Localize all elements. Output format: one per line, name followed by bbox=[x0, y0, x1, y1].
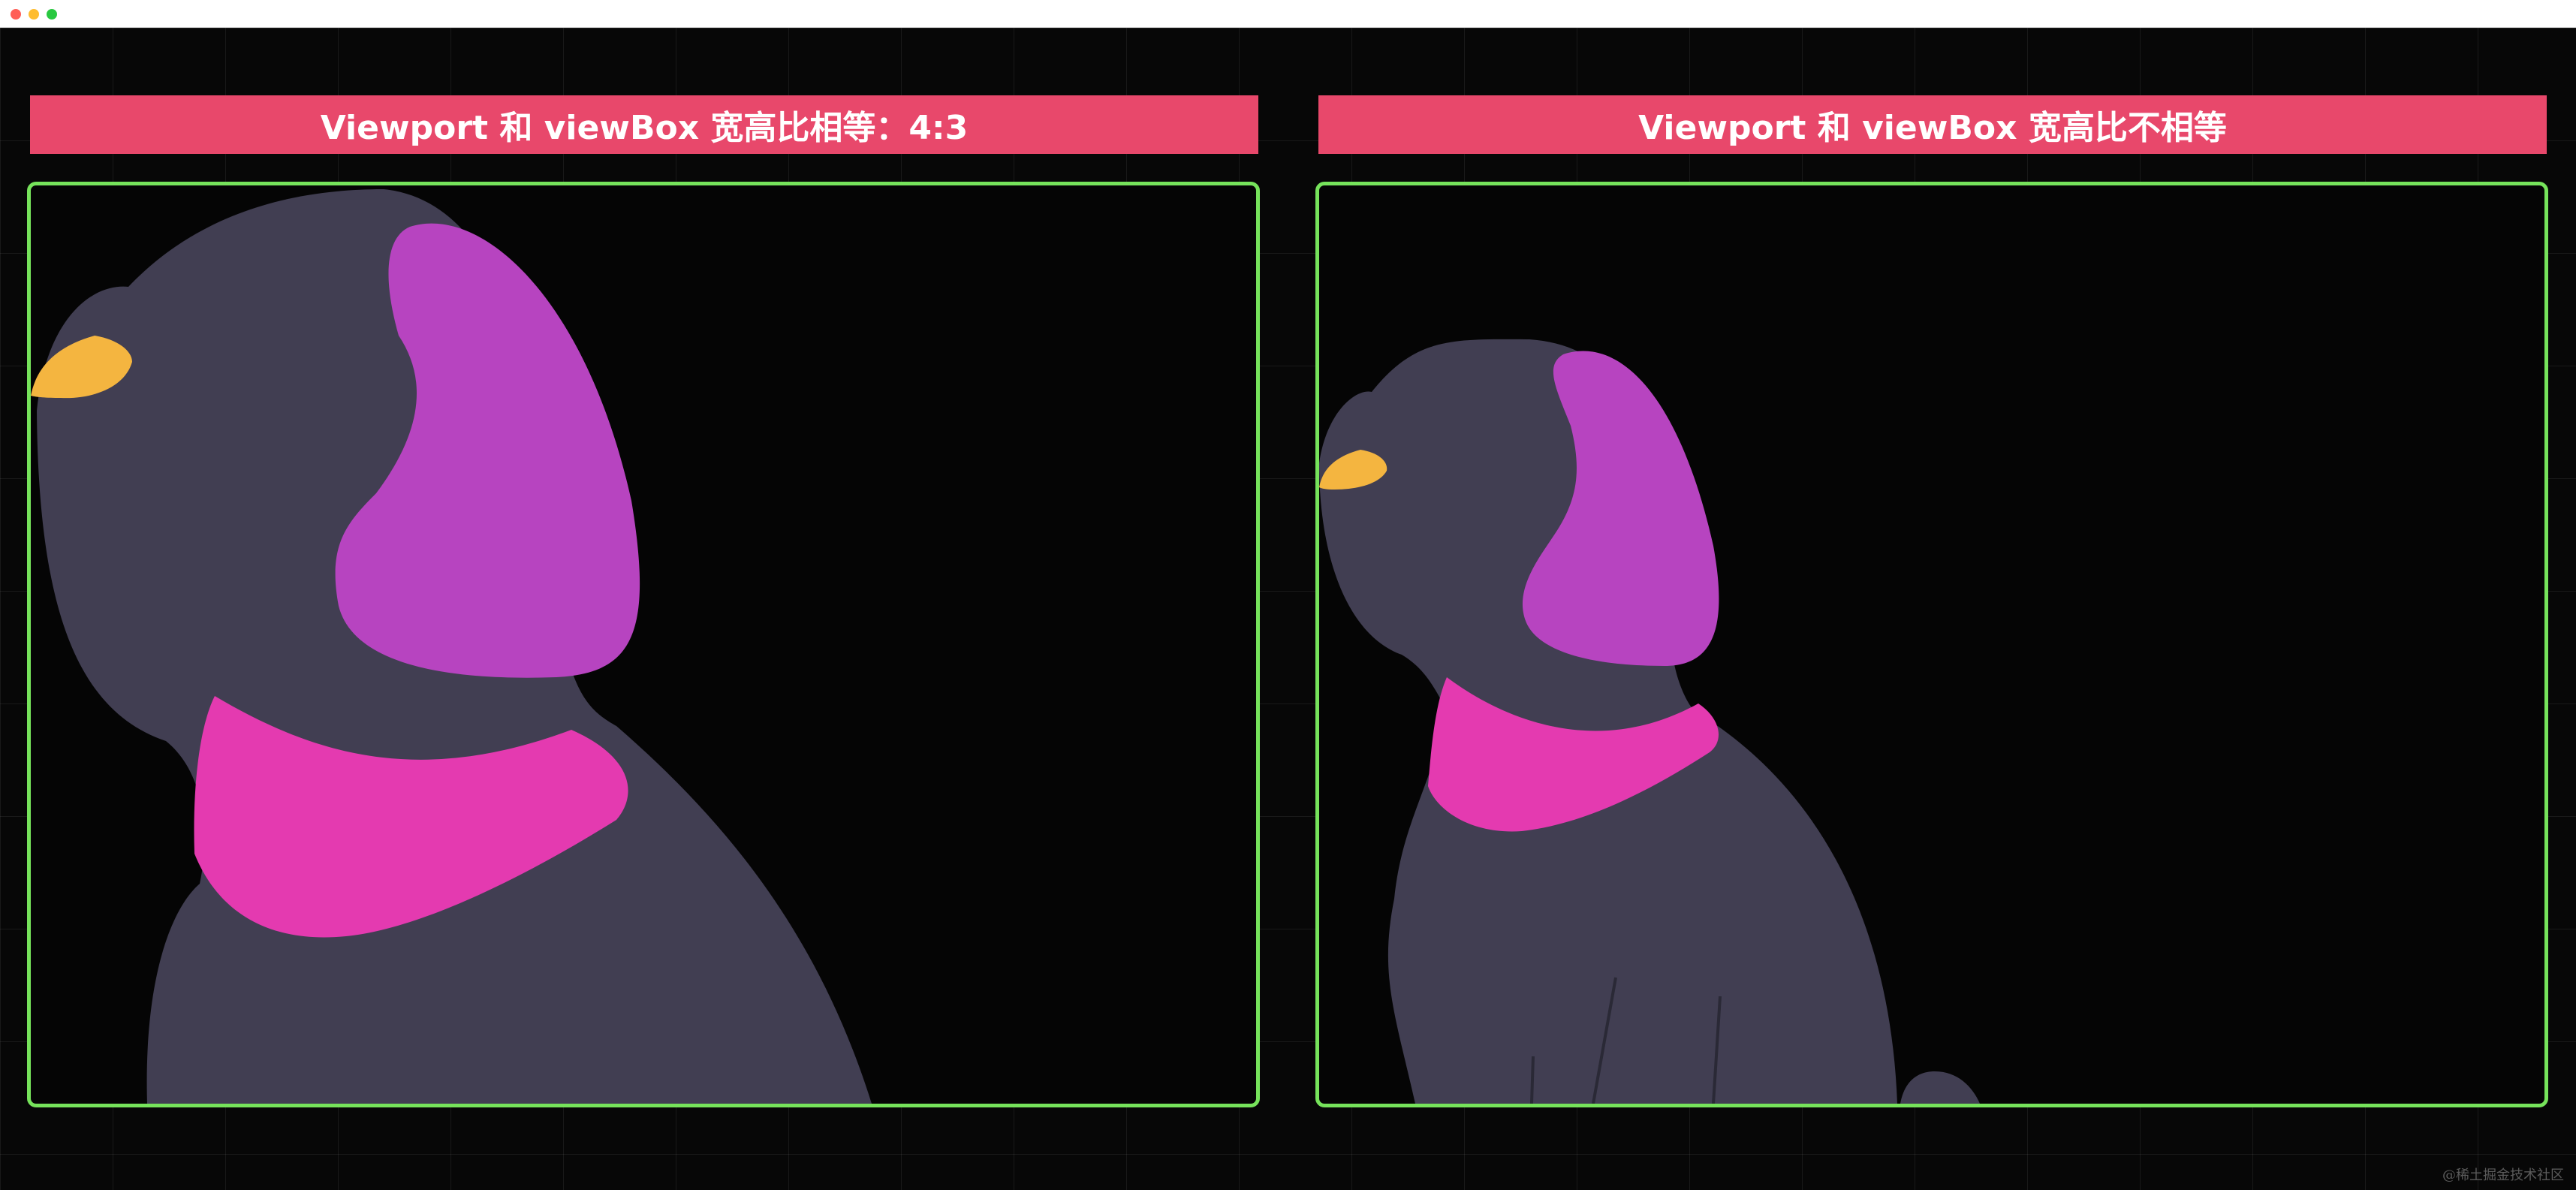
panel-title-equal-ratio: Viewport 和 viewBox 宽高比相等：4:3 bbox=[30, 95, 1258, 154]
panel-title-unequal-ratio: Viewport 和 viewBox 宽高比不相等 bbox=[1318, 95, 2547, 154]
watermark-text: @稀土掘金技术社区 bbox=[2442, 1167, 2564, 1183]
minimize-window-button[interactable] bbox=[29, 9, 39, 20]
maximize-window-button[interactable] bbox=[47, 9, 57, 20]
dog-illustration-unequal bbox=[1319, 339, 1980, 1104]
dog-illustration-equal bbox=[31, 189, 872, 1104]
window-titlebar bbox=[0, 0, 2576, 28]
viewport-frame-equal-ratio bbox=[27, 182, 1260, 1107]
close-window-button[interactable] bbox=[11, 9, 21, 20]
viewport-frame-unequal-ratio bbox=[1315, 182, 2548, 1107]
